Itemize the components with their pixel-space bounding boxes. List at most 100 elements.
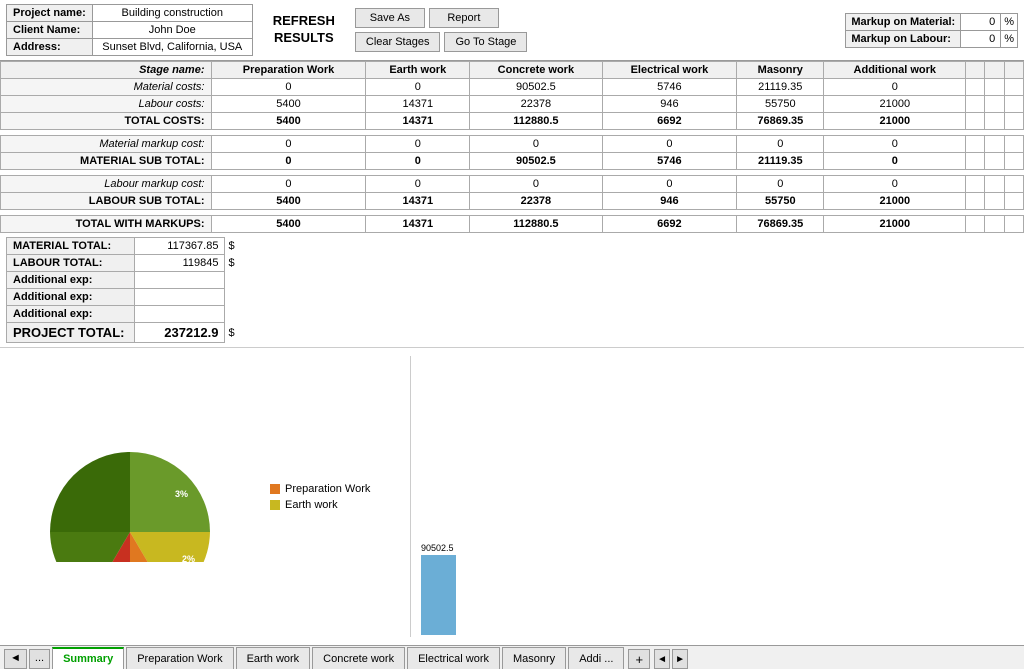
tab-earth-work[interactable]: Earth work [236,647,311,669]
client-label: Client Name: [7,22,93,39]
tab-scroll-left[interactable]: ◄ [654,649,670,669]
table-cell: 0 [602,136,736,153]
table-cell-empty [985,176,1004,193]
tab-prep-work[interactable]: Preparation Work [126,647,233,669]
table-cell: 5400 [211,193,366,210]
row-label: Labour markup cost: [1,176,212,193]
legend-color-earth [270,500,280,510]
tab-concrete-work[interactable]: Concrete work [312,647,405,669]
row-label: MATERIAL SUB TOTAL: [1,153,212,170]
address-label: Address: [7,39,93,56]
markup-material-input[interactable]: 0 [961,13,1001,30]
tab-summary[interactable]: Summary [52,647,124,669]
table-cell: 0 [211,79,366,96]
tab-masonry[interactable]: Masonry [502,647,566,669]
markup-material-percent: % [1001,13,1018,30]
col-earth-work: Earth work [366,62,470,79]
table-cell: 0 [824,176,966,193]
table-cell-empty [985,153,1004,170]
labour-total-label: LABOUR TOTAL: [7,255,135,272]
table-cell: 0 [211,153,366,170]
table-cell: 0 [737,176,824,193]
table-cell: 0 [824,136,966,153]
row-label: Labour costs: [1,96,212,113]
table-cell: 0 [470,136,603,153]
add-tab-button[interactable]: + [628,649,650,669]
table-cell: 14371 [366,193,470,210]
svg-text:2%: 2% [182,554,195,562]
table-cell: 5746 [602,79,736,96]
table-cell: 90502.5 [470,79,603,96]
table-cell: 5400 [211,216,366,233]
col-empty2 [985,62,1004,79]
table-cell-empty [966,96,985,113]
bar-rect [421,555,456,635]
table-cell-empty [985,113,1004,130]
col-prep-work: Preparation Work [211,62,366,79]
main-content: Stage name: Preparation Work Earth work … [0,61,1024,645]
col-empty3 [1004,62,1023,79]
row-label: LABOUR SUB TOTAL: [1,193,212,210]
save-as-button[interactable]: Save As [355,8,425,28]
additional-exp3-label: Additional exp: [7,306,135,323]
markup-labour-percent: % [1001,30,1018,47]
markup-table: Markup on Material: 0 % Markup on Labour… [845,13,1018,48]
clear-stages-button[interactable]: Clear Stages [355,32,441,52]
table-cell: 0 [366,136,470,153]
row-label: Material markup cost: [1,136,212,153]
table-cell: 0 [211,176,366,193]
table-cell-empty [966,136,985,153]
table-cell-empty [966,79,985,96]
col-masonry: Masonry [737,62,824,79]
table-cell: 21119.35 [737,79,824,96]
client-value: John Doe [92,22,252,39]
tab-nav-ellipsis[interactable]: ... [29,649,50,669]
table-cell: 0 [824,153,966,170]
table-cell: 0 [824,79,966,96]
table-cell-empty [966,113,985,130]
table-cell: 112880.5 [470,113,603,130]
table-cell-empty [1004,153,1023,170]
project-total-label: PROJECT TOTAL: [7,323,135,343]
table-cell: 21000 [824,113,966,130]
table-cell: 5400 [211,113,366,130]
material-dollar: $ [225,238,241,255]
go-to-stage-button[interactable]: Go To Stage [444,32,527,52]
report-button[interactable]: Report [429,8,499,28]
action-buttons-group: Save As Report Clear Stages Go To Stage [355,8,528,52]
chart-legend: Preparation Work Earth work [260,348,410,645]
tab-electrical-work[interactable]: Electrical work [407,647,500,669]
pie-chart-svg: 3% 2% 6% [30,432,230,562]
bar-chart: 90502.5 [411,348,1024,645]
table-cell: 0 [737,136,824,153]
project-info-table: Project name: Building construction Clie… [6,4,253,56]
markup-material-label: Markup on Material: [846,13,961,30]
row-label: TOTAL WITH MARKUPS: [1,216,212,233]
table-cell: 21000 [824,96,966,113]
tab-scroll-right[interactable]: ► [672,649,688,669]
table-cell-empty [985,193,1004,210]
project-dollar: $ [225,323,241,343]
data-table: Stage name: Preparation Work Earth work … [0,61,1024,233]
table-cell: 0 [366,79,470,96]
table-cell: 0 [211,136,366,153]
tab-nav-prev[interactable]: ◄ [4,649,27,669]
legend-item-earth: Earth work [270,499,400,511]
material-total-value: 117367.85 [135,238,225,255]
table-cell: 22378 [470,96,603,113]
table-cell-empty [966,176,985,193]
labour-total-value: 119845 [135,255,225,272]
stage-col-header: Stage name: [1,62,212,79]
pie-chart: 3% 2% 6% [0,348,260,645]
markup-labour-input[interactable]: 0 [961,30,1001,47]
table-cell-empty [1004,79,1023,96]
table-cell-empty [985,79,1004,96]
table-cell: 55750 [737,193,824,210]
labour-dollar: $ [225,255,241,272]
refresh-button[interactable]: REFRESH RESULTS [261,13,347,47]
tab-additional[interactable]: Addi ... [568,647,624,669]
table-cell: 0 [366,153,470,170]
table-cell: 6692 [602,113,736,130]
row-label: TOTAL COSTS: [1,113,212,130]
table-cell: 14371 [366,113,470,130]
